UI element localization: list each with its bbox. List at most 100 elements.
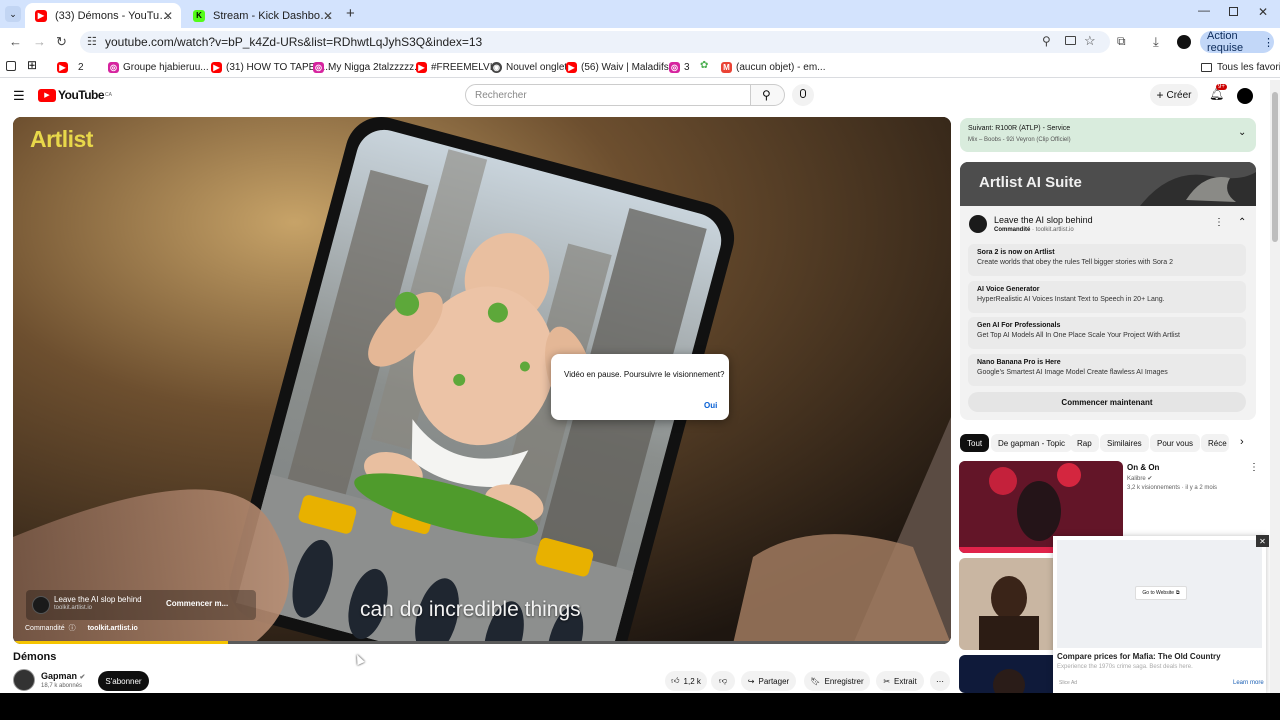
popup-ad[interactable]: Go to Website ⧉ Compare prices for Mafia:…: [1053, 536, 1266, 693]
forward-icon[interactable]: →: [33, 34, 49, 50]
up-next-panel[interactable]: Suivant: R100R (ATLP) - Service Mix – Bo…: [960, 118, 1256, 152]
ad-sitelink[interactable]: Gen AI For Professionals Get Top AI Model…: [968, 317, 1246, 349]
create-button[interactable]: + Créer: [1150, 84, 1198, 106]
install-icon[interactable]: [1065, 36, 1076, 45]
extensions-icon[interactable]: ⧉: [1117, 34, 1133, 50]
menu-icon[interactable]: ☰: [13, 88, 25, 104]
artlist-logo: Artlist: [30, 126, 93, 152]
share-button[interactable]: ↪ Partager: [741, 671, 796, 691]
bookmark-star-icon[interactable]: ☆: [1084, 33, 1096, 49]
bookmark-item[interactable]: ◎ My Nigga 2talzzzzz...: [313, 59, 422, 75]
site-info-icon[interactable]: ☷: [87, 35, 97, 48]
action-required-button[interactable]: Action requise ⋮: [1200, 30, 1274, 54]
ad-sitelink[interactable]: AI Voice Generator HyperRealistic AI Voic…: [968, 281, 1246, 313]
ad-cta-button[interactable]: Commencer maintenant: [968, 392, 1246, 412]
instagram-icon: ◎: [669, 61, 680, 73]
up-next-subtitle: Mix – Boobs - 92i Veyron (Clip Officiel): [968, 137, 1071, 143]
tab-kick[interactable]: K Stream - Kick Dashboard ✕: [183, 3, 341, 28]
ad-cta-button[interactable]: Commencer m...: [166, 599, 228, 608]
ad-domain: toolkit.artlist.io: [54, 605, 93, 611]
video-player[interactable]: Artlist can do incredible things Leave t…: [13, 117, 951, 644]
info-icon[interactable]: ⓘ: [69, 625, 76, 632]
bookmark-item[interactable]: ◎ Groupe hjabieruu...: [108, 59, 209, 75]
download-icon[interactable]: ⤓: [1153, 34, 1169, 50]
ad-banner[interactable]: Artlist AI Suite: [960, 162, 1256, 206]
chip-recent[interactable]: Réce: [1201, 434, 1229, 452]
youtube-play-icon: ▶: [38, 88, 56, 102]
more-vert-icon[interactable]: ⋮: [1214, 217, 1224, 228]
chip-from-channel[interactable]: De gapman - Topic: [991, 434, 1072, 452]
search-button[interactable]: ⚲: [751, 84, 785, 106]
instagram-icon: ◎: [108, 61, 119, 73]
more-vert-icon: ⋮: [1263, 36, 1274, 49]
profile-avatar[interactable]: [1177, 35, 1191, 49]
chevron-up-icon[interactable]: ⌃: [1238, 217, 1246, 228]
zoom-icon[interactable]: ⚲: [1042, 34, 1051, 48]
restore-button[interactable]: [1229, 7, 1238, 16]
notifications-button[interactable]: 🔔︎ 9+: [1209, 84, 1227, 101]
chip-similar[interactable]: Similaires: [1100, 434, 1149, 452]
bookmark-item[interactable]: ▶ #FREEMELVIN: [416, 59, 500, 75]
url-text[interactable]: youtube.com/watch?v=bP_k4Zd-URs&list=RDh…: [105, 35, 482, 49]
save-button[interactable]: 🔖︎ Enregistrer: [804, 671, 870, 691]
mic-icon: [800, 89, 806, 98]
bookmark-item[interactable]: ◎ 3: [669, 59, 690, 75]
chevron-right-icon[interactable]: ›: [1240, 436, 1244, 448]
dislike-button[interactable]: 👎︎: [711, 671, 735, 691]
address-bar[interactable]: ☷ youtube.com/watch?v=bP_k4Zd-URs&list=R…: [80, 31, 1110, 53]
ad-title: Leave the AI slop behind: [54, 595, 142, 604]
tab-youtube[interactable]: ▶ (33) Démons - YouTube ✕: [25, 3, 181, 28]
reload-icon[interactable]: ↻: [56, 34, 72, 50]
tab-search-button[interactable]: ⌄: [5, 6, 21, 22]
ad-sitelink[interactable]: Nano Banana Pro is Here Google's Smartest…: [968, 354, 1246, 386]
sidebar-ad-panel: Leave the AI slop behind Commandité · to…: [960, 206, 1256, 420]
learn-more-link[interactable]: Learn more: [1233, 680, 1264, 686]
pause-dialog: Vidéo en pause. Poursuivre le visionneme…: [551, 354, 729, 420]
dialog-yes-button[interactable]: Oui: [704, 401, 717, 410]
video-title-link[interactable]: On & On: [1127, 463, 1159, 472]
chip-rap[interactable]: Rap: [1070, 434, 1099, 452]
palm-icon[interactable]: ✿: [700, 60, 708, 71]
youtube-logo[interactable]: ▶ YouTube CA: [38, 88, 112, 102]
close-popup-button[interactable]: ✕: [1256, 535, 1269, 547]
player-ad-card[interactable]: Leave the AI slop behind toolkit.artlist…: [26, 590, 256, 620]
verified-icon: ✔: [79, 674, 86, 681]
minimize-button[interactable]: —: [1198, 3, 1210, 17]
bookmark-item[interactable]: M (aucun objet) - em...: [721, 59, 825, 75]
close-tab-icon[interactable]: ✕: [163, 9, 173, 23]
ad-sitelink[interactable]: Sora 2 is now on Artlist Create worlds th…: [968, 244, 1246, 276]
apps-grid-icon[interactable]: ⊞: [27, 58, 37, 72]
video-channel[interactable]: Kalibre ✔: [1127, 475, 1152, 482]
popup-ad-desc: Experience the 1970s crime saga. Best de…: [1057, 664, 1193, 670]
bookmark-item[interactable]: ▶ (56) Waiv | Maladifs...: [566, 59, 677, 75]
more-vert-icon[interactable]: ⋮: [1249, 462, 1259, 473]
instagram-icon: ◎: [313, 61, 324, 73]
bookmark-item[interactable]: ▶ 2: [57, 59, 84, 75]
scrollbar-thumb[interactable]: [1272, 92, 1278, 242]
advertiser-avatar: [32, 596, 50, 614]
close-window-button[interactable]: ✕: [1258, 5, 1268, 19]
voice-search-button[interactable]: [792, 84, 814, 106]
chip-for-you[interactable]: Pour vous: [1150, 434, 1201, 452]
close-tab-icon[interactable]: ✕: [323, 9, 333, 23]
sponsored-domain-link[interactable]: toolkit.artlist.io: [88, 625, 138, 632]
like-button[interactable]: 👍︎ 1,2 k: [665, 671, 707, 691]
sidebar-ad-title[interactable]: Leave the AI slop behind: [994, 215, 1093, 225]
page-scrollbar[interactable]: [1270, 80, 1280, 693]
bookmark-item[interactable]: ◉ Nouvel onglet: [491, 59, 567, 75]
clip-button[interactable]: ✂ Extrait: [876, 671, 924, 691]
more-actions-button[interactable]: ⋯: [930, 671, 950, 691]
bookmark-folder-icon[interactable]: [6, 61, 16, 71]
back-icon[interactable]: ←: [9, 34, 25, 50]
chevron-down-icon[interactable]: ⌄: [1238, 127, 1246, 138]
channel-name[interactable]: Gapman ✔: [41, 671, 85, 681]
chip-all[interactable]: Tout: [960, 434, 990, 452]
new-tab-button[interactable]: +: [346, 5, 355, 22]
channel-avatar[interactable]: [13, 669, 35, 691]
search-input[interactable]: Rechercher: [465, 84, 751, 106]
thumbs-down-icon: 👎︎: [718, 676, 728, 685]
subscribe-button[interactable]: S'abonner: [98, 671, 149, 691]
account-avatar[interactable]: [1237, 88, 1253, 104]
go-to-website-button[interactable]: Go to Website ⧉: [1135, 586, 1187, 600]
all-bookmarks[interactable]: Tous les favoris: [1201, 59, 1280, 75]
